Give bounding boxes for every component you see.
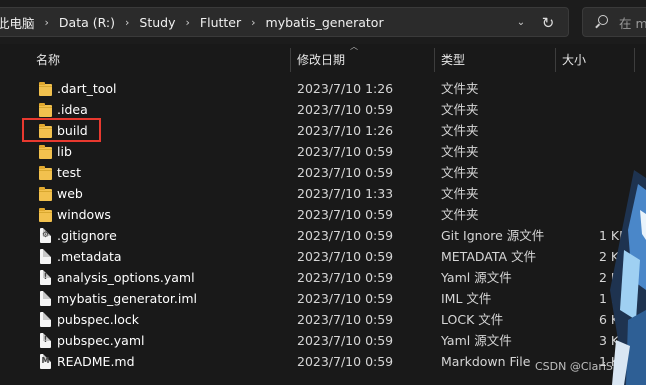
column-header-row: ︿ 名称 修改日期 类型 大小: [0, 42, 646, 74]
file-type: LOCK 文件: [441, 312, 504, 327]
sort-chevron-icon[interactable]: ︿: [350, 41, 358, 52]
file-type: IML 文件: [441, 291, 492, 306]
file-modified-date: 2023/7/10 0:59: [297, 102, 394, 117]
file-name: web: [57, 186, 83, 201]
file-type: Git Ignore 源文件: [441, 228, 545, 243]
file-row[interactable]: .metadata 2023/7/10 0:59 METADATA 文件 2 KB: [36, 246, 646, 267]
file-row[interactable]: .dart_tool 2023/7/10 1:26 文件夹: [36, 78, 646, 99]
column-divider[interactable]: [555, 48, 556, 72]
file-type: Yaml 源文件: [441, 333, 512, 348]
search-box[interactable]: 在 m: [582, 7, 646, 37]
file-row[interactable]: build 2023/7/10 1:26 文件夹: [36, 120, 646, 141]
file-row[interactable]: .idea 2023/7/10 0:59 文件夹: [36, 99, 646, 120]
file-modified-date: 2023/7/10 0:59: [297, 333, 394, 348]
file-type: 文件夹: [441, 186, 479, 201]
breadcrumb-separator-icon[interactable]: ›: [186, 16, 190, 29]
breadcrumb-flutter[interactable]: Flutter: [200, 15, 241, 30]
search-placeholder: 在 m: [619, 15, 646, 31]
file-modified-date: 2023/7/10 1:26: [297, 81, 394, 96]
folder-icon: [39, 207, 53, 222]
folder-icon: [39, 123, 53, 138]
file-modified-date: 2023/7/10 0:59: [297, 144, 394, 159]
file-row[interactable]: test 2023/7/10 0:59 文件夹: [36, 162, 646, 183]
address-bar[interactable]: 此电脑 › Data (R:) › Study › Flutter › myba…: [0, 7, 569, 37]
file-name: pubspec.lock: [57, 312, 140, 327]
file-modified-date: 2023/7/10 0:59: [297, 165, 394, 180]
file-modified-date: 2023/7/10 0:59: [297, 249, 394, 264]
column-divider[interactable]: [634, 48, 635, 72]
file-row[interactable]: ! analysis_options.yaml 2023/7/10 0:59 Yaml…: [36, 267, 646, 288]
file-row[interactable]: lib 2023/7/10 0:59 文件夹: [36, 141, 646, 162]
blank-file-icon: [39, 291, 53, 306]
folder-icon: [39, 102, 53, 117]
file-name: test: [57, 165, 82, 180]
folder-icon: [39, 165, 53, 180]
file-modified-date: 2023/7/10 1:33: [297, 186, 394, 201]
file-type: 文件夹: [441, 123, 479, 138]
file-name: README.md: [57, 354, 135, 369]
file-name: windows: [57, 207, 111, 222]
file-row[interactable]: windows 2023/7/10 0:59 文件夹: [36, 204, 646, 225]
column-header-name[interactable]: 名称: [36, 46, 60, 74]
column-divider[interactable]: [434, 48, 435, 72]
refresh-icon[interactable]: ↻: [538, 14, 558, 32]
column-header-modified[interactable]: 修改日期: [297, 46, 345, 74]
breadcrumb-this-pc[interactable]: 此电脑: [0, 13, 35, 32]
file-modified-date: 2023/7/10 0:59: [297, 270, 394, 285]
file-modified-date: 2023/7/10 0:59: [297, 228, 394, 243]
gear-file-icon: ⚙: [39, 228, 53, 243]
file-modified-date: 2023/7/10 0:59: [297, 354, 394, 369]
column-divider[interactable]: [290, 48, 291, 72]
search-icon: [595, 15, 609, 29]
file-name: build: [57, 123, 88, 138]
file-modified-date: 2023/7/10 1:26: [297, 123, 394, 138]
blank-file-icon: [39, 249, 53, 264]
folder-icon: [39, 144, 53, 159]
anime-character-decoration: [610, 170, 646, 385]
breadcrumb-study[interactable]: Study: [139, 15, 175, 30]
yaml-file-icon: !: [39, 333, 53, 348]
address-row: 此电脑 › Data (R:) › Study › Flutter › myba…: [0, 0, 646, 44]
yaml-file-icon: !: [39, 270, 53, 285]
blank-file-icon: [39, 312, 53, 327]
breadcrumb-drive[interactable]: Data (R:): [59, 15, 115, 30]
markdown-file-icon: M: [39, 354, 53, 369]
file-name: .dart_tool: [57, 81, 117, 96]
file-row[interactable]: ! pubspec.yaml 2023/7/10 0:59 Yaml 源文件 3 KB: [36, 330, 646, 351]
breadcrumb-separator-icon[interactable]: ›: [251, 16, 255, 29]
file-name: .idea: [57, 102, 88, 117]
breadcrumb-separator-icon[interactable]: ›: [125, 16, 129, 29]
file-type: Markdown File: [441, 354, 531, 369]
file-type: 文件夹: [441, 144, 479, 159]
file-row[interactable]: mybatis_generator.iml 2023/7/10 0:59 IML 文…: [36, 288, 646, 309]
file-type: Yaml 源文件: [441, 270, 512, 285]
file-row[interactable]: ⚙ .gitignore 2023/7/10 0:59 Git Ignore 源文件 1…: [36, 225, 646, 246]
file-type: METADATA 文件: [441, 249, 537, 264]
file-name: .metadata: [57, 249, 122, 264]
file-name: .gitignore: [57, 228, 117, 243]
watermark: CSDN @ClariS: [535, 360, 613, 373]
column-header-size[interactable]: 大小: [562, 46, 586, 74]
file-modified-date: 2023/7/10 0:59: [297, 207, 394, 222]
folder-icon: [39, 186, 53, 201]
breadcrumb-current-folder[interactable]: mybatis_generator: [266, 15, 384, 30]
file-modified-date: 2023/7/10 0:59: [297, 291, 394, 306]
column-header-type[interactable]: 类型: [441, 46, 465, 74]
file-modified-date: 2023/7/10 0:59: [297, 312, 394, 327]
file-type: 文件夹: [441, 207, 479, 222]
folder-icon: [39, 81, 53, 96]
file-name: lib: [57, 144, 72, 159]
file-name: mybatis_generator.iml: [57, 291, 197, 306]
file-row[interactable]: web 2023/7/10 1:33 文件夹: [36, 183, 646, 204]
file-row[interactable]: pubspec.lock 2023/7/10 0:59 LOCK 文件 6 KB: [36, 309, 646, 330]
file-name: analysis_options.yaml: [57, 270, 195, 285]
breadcrumb-separator-icon[interactable]: ›: [45, 16, 49, 29]
chevron-down-icon[interactable]: ⌄: [514, 16, 528, 30]
file-name: pubspec.yaml: [57, 333, 145, 348]
file-type: 文件夹: [441, 102, 479, 117]
file-type: 文件夹: [441, 165, 479, 180]
file-type: 文件夹: [441, 81, 479, 96]
